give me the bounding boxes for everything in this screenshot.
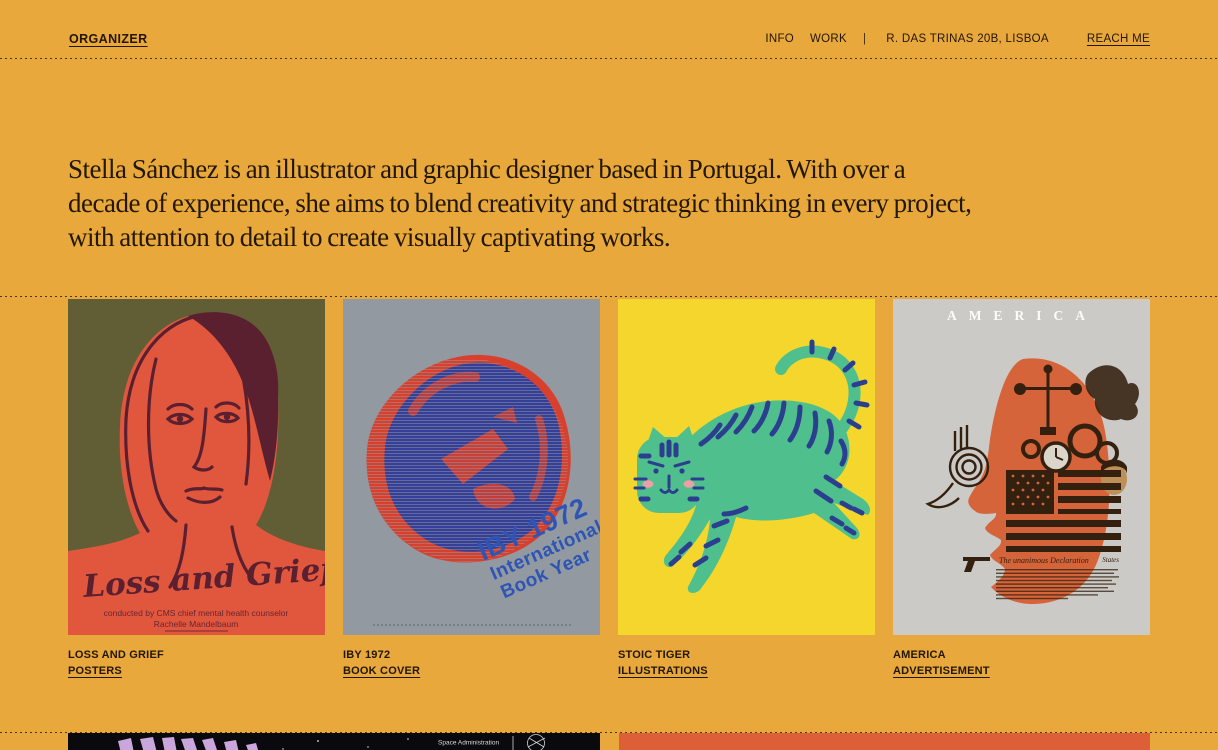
project-category-link[interactable]: POSTERS (68, 665, 325, 678)
space-poster-image[interactable]: Space Administration (68, 733, 600, 750)
project-caption: AMERICA ADVERTISEMENT (893, 649, 1150, 678)
address-text: R. DAS TRINAS 20B, LISBOA (886, 33, 1049, 45)
header-nav: INFO WORK | R. DAS TRINAS 20B, LISBOA RE… (765, 33, 1150, 45)
project-category-link[interactable]: ADVERTISEMENT (893, 665, 1150, 678)
project-title: STOIC TIGER (618, 649, 875, 662)
project-title: IBY 1972 (343, 649, 600, 662)
next-row: Space Administration (0, 733, 1218, 750)
nav-item-info[interactable]: INFO (765, 33, 794, 45)
loss-and-grief-illustration: Loss and Grief conducted by CMS chief me… (68, 299, 325, 635)
gallery-section: Loss and Grief conducted by CMS chief me… (0, 297, 1218, 732)
space-poster-top-edge: Space Administration (68, 733, 600, 750)
orange-poster-top-edge (619, 733, 1150, 750)
poster-subline1: conducted by CMS chief mental health cou… (104, 608, 289, 618)
iby-1972-illustration: IBY 1972 International Book Year (343, 299, 600, 635)
iby-1972-poster-image[interactable]: IBY 1972 International Book Year (343, 299, 600, 635)
space-administration-credit: Space Administration (438, 740, 499, 747)
nav-separator: | (863, 33, 866, 45)
portfolio-page: ORGANIZER INFO WORK | R. DAS TRINAS 20B,… (0, 0, 1218, 750)
declaration-headline-right: States (1102, 556, 1119, 564)
project-title: AMERICA (893, 649, 1150, 662)
project-caption: IBY 1972 BOOK COVER (343, 649, 600, 678)
project-caption: LOSS AND GRIEF POSTERS (68, 649, 325, 678)
america-poster-image[interactable]: AMERICA (893, 299, 1150, 635)
declaration-headline: The unanimous Declaration (999, 556, 1089, 565)
intro-paragraph: Stella Sánchez is an illustrator and gra… (68, 152, 1150, 254)
stoic-tiger-illustration (618, 299, 875, 635)
project-card-loss-and-grief: Loss and Grief conducted by CMS chief me… (68, 299, 325, 678)
header: ORGANIZER INFO WORK | R. DAS TRINAS 20B,… (0, 0, 1218, 58)
project-grid: Loss and Grief conducted by CMS chief me… (68, 299, 1150, 678)
project-category-link[interactable]: BOOK COVER (343, 665, 600, 678)
reach-me-link[interactable]: REACH ME (1087, 33, 1150, 45)
project-category-link[interactable]: ILLUSTRATIONS (618, 665, 875, 678)
project-title: LOSS AND GRIEF (68, 649, 325, 662)
poster-subline2: Rachelle Mandelbaum (154, 619, 239, 629)
project-card-america: AMERICA (893, 299, 1150, 678)
project-card-iby-1972: IBY 1972 International Book Year IBY 197… (343, 299, 600, 678)
loss-and-grief-poster-image[interactable]: Loss and Grief conducted by CMS chief me… (68, 299, 325, 635)
project-card-stoic-tiger: STOIC TIGER ILLUSTRATIONS (618, 299, 875, 678)
intro-section: Stella Sánchez is an illustrator and gra… (0, 59, 1218, 296)
project-caption: STOIC TIGER ILLUSTRATIONS (618, 649, 875, 678)
logo-link[interactable]: ORGANIZER (69, 32, 148, 46)
nav-item-work[interactable]: WORK (810, 33, 847, 45)
america-poster-title: AMERICA (947, 308, 1097, 323)
america-illustration: AMERICA (893, 299, 1150, 635)
stoic-tiger-poster-image[interactable] (618, 299, 875, 635)
orange-poster-image[interactable] (619, 733, 1150, 750)
